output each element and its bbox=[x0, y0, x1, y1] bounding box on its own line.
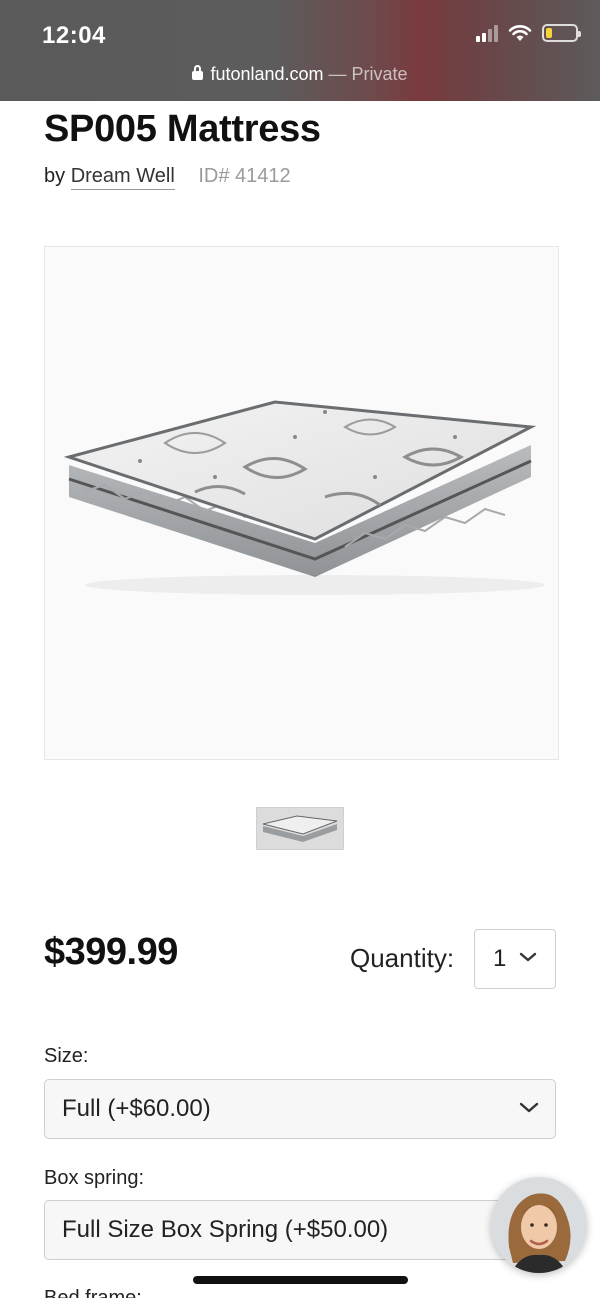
status-time: 12:04 bbox=[42, 22, 106, 49]
product-id: ID# 41412 bbox=[198, 165, 291, 187]
box-spring-select[interactable]: Full Size Box Spring (+$50.00) bbox=[44, 1200, 556, 1260]
bed-frame-label: Bed frame: bbox=[44, 1287, 142, 1298]
address-bar[interactable]: futonland.com — Private bbox=[0, 64, 600, 85]
cellular-signal-icon bbox=[476, 24, 498, 42]
product-price: $399.99 bbox=[44, 931, 178, 973]
size-label: Size: bbox=[44, 1045, 89, 1067]
mattress-image-icon bbox=[63, 400, 545, 595]
home-indicator[interactable] bbox=[193, 1276, 408, 1284]
quantity-select[interactable]: 1 bbox=[474, 929, 556, 989]
mattress-thumbnail-icon bbox=[262, 815, 338, 842]
url-domain: futonland.com bbox=[210, 64, 324, 84]
support-avatar-icon bbox=[491, 1177, 587, 1273]
chevron-down-icon bbox=[519, 1102, 539, 1113]
quantity-value: 1 bbox=[493, 945, 507, 972]
product-byline: by Dream Well ID# 41412 bbox=[44, 165, 291, 190]
size-select[interactable]: Full (+$60.00) bbox=[44, 1079, 556, 1139]
product-main-image[interactable] bbox=[44, 246, 559, 760]
private-mode-label: — Private bbox=[328, 64, 408, 84]
product-thumbnail[interactable] bbox=[256, 807, 344, 850]
brand-link[interactable]: Dream Well bbox=[70, 165, 175, 190]
browser-top-bar: 12:04 futonland.com — Private bbox=[0, 0, 600, 101]
product-title: SP005 Mattress bbox=[44, 108, 321, 150]
wifi-icon bbox=[508, 25, 532, 41]
box-spring-label: Box spring: bbox=[44, 1167, 145, 1189]
chevron-down-icon bbox=[519, 952, 537, 962]
by-label: by bbox=[44, 165, 66, 187]
lock-icon bbox=[192, 65, 204, 80]
size-value: Full (+$60.00) bbox=[62, 1095, 211, 1122]
status-icons bbox=[476, 24, 581, 42]
battery-icon bbox=[542, 24, 581, 42]
quantity-label: Quantity: bbox=[350, 943, 455, 973]
box-spring-value: Full Size Box Spring (+$50.00) bbox=[62, 1216, 389, 1243]
chat-support-avatar[interactable] bbox=[491, 1177, 587, 1273]
